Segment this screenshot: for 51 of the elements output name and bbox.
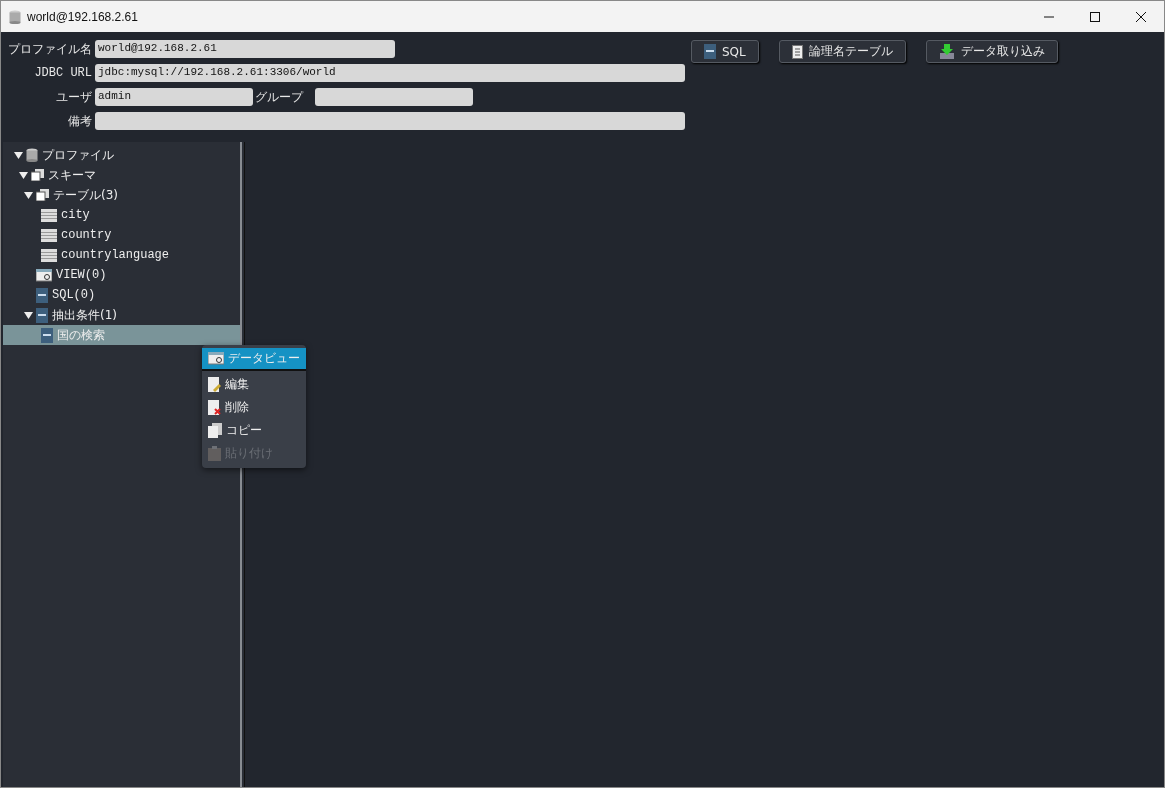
toolbar-button[interactable]: データ取り込み	[925, 40, 1058, 63]
maximize-icon	[1090, 11, 1100, 22]
field-label: グループ	[254, 88, 305, 106]
tree-item[interactable]: countrylanguage	[3, 245, 240, 265]
toolbar-button[interactable]: SQL	[691, 40, 759, 63]
tree-item[interactable]: プロファイル	[3, 145, 240, 165]
copy-icon	[208, 423, 222, 438]
tree-item[interactable]: 抽出条件(1)	[3, 305, 240, 325]
document-icon	[791, 44, 803, 59]
delete-page-icon	[208, 400, 221, 415]
download-arrow-icon	[938, 44, 955, 59]
window-search-icon	[208, 352, 224, 365]
stacked-pages-icon	[31, 169, 44, 181]
expand-triangle-icon[interactable]	[24, 191, 33, 199]
clipboard-icon	[208, 446, 221, 461]
field-label: 備考	[67, 112, 93, 130]
tree-item[interactable]: VIEW(0)	[3, 265, 240, 285]
tree-item[interactable]: スキーマ	[3, 165, 240, 185]
close-icon	[1136, 11, 1146, 22]
table-icon	[41, 248, 57, 262]
stacked-pages-icon	[36, 189, 49, 201]
edit-page-icon	[208, 377, 221, 392]
text-field[interactable]: world@192.168.2.61	[95, 40, 395, 58]
tree-item[interactable]: city	[3, 205, 240, 225]
tree-item[interactable]: country	[3, 225, 240, 245]
view-icon	[36, 268, 52, 282]
table-icon	[41, 208, 57, 222]
expand-triangle-icon[interactable]	[24, 311, 33, 319]
expand-triangle-icon[interactable]	[19, 171, 28, 179]
expand-triangle-icon[interactable]	[14, 151, 23, 159]
field-label: JDBC URL	[33, 66, 93, 80]
sql-file-icon	[36, 307, 48, 323]
database-icon	[26, 148, 38, 162]
menu-item[interactable]: 削除	[202, 396, 306, 419]
sql-file-icon	[41, 327, 53, 343]
tree-item[interactable]: テーブル(3)	[3, 185, 240, 205]
text-field[interactable]	[95, 112, 685, 130]
text-field[interactable]	[315, 88, 473, 106]
text-field[interactable]: jdbc:mysql://192.168.2.61:3306/world	[95, 64, 685, 82]
tree-item[interactable]: SQL(0)	[3, 285, 240, 305]
menu-item[interactable]: 編集	[202, 373, 306, 396]
table-icon	[41, 228, 57, 242]
sql-file-icon	[704, 44, 716, 59]
field-label: プロファイル名	[7, 40, 93, 58]
text-field[interactable]: admin	[95, 88, 253, 106]
sql-file-icon	[36, 287, 48, 303]
menu-item[interactable]: コピー	[202, 419, 306, 442]
database-icon	[9, 9, 21, 24]
field-label: ユーザ	[55, 88, 93, 106]
window-title: world@192.168.2.61	[27, 9, 138, 24]
toolbar-button[interactable]: 論理名テーブル	[778, 40, 906, 63]
